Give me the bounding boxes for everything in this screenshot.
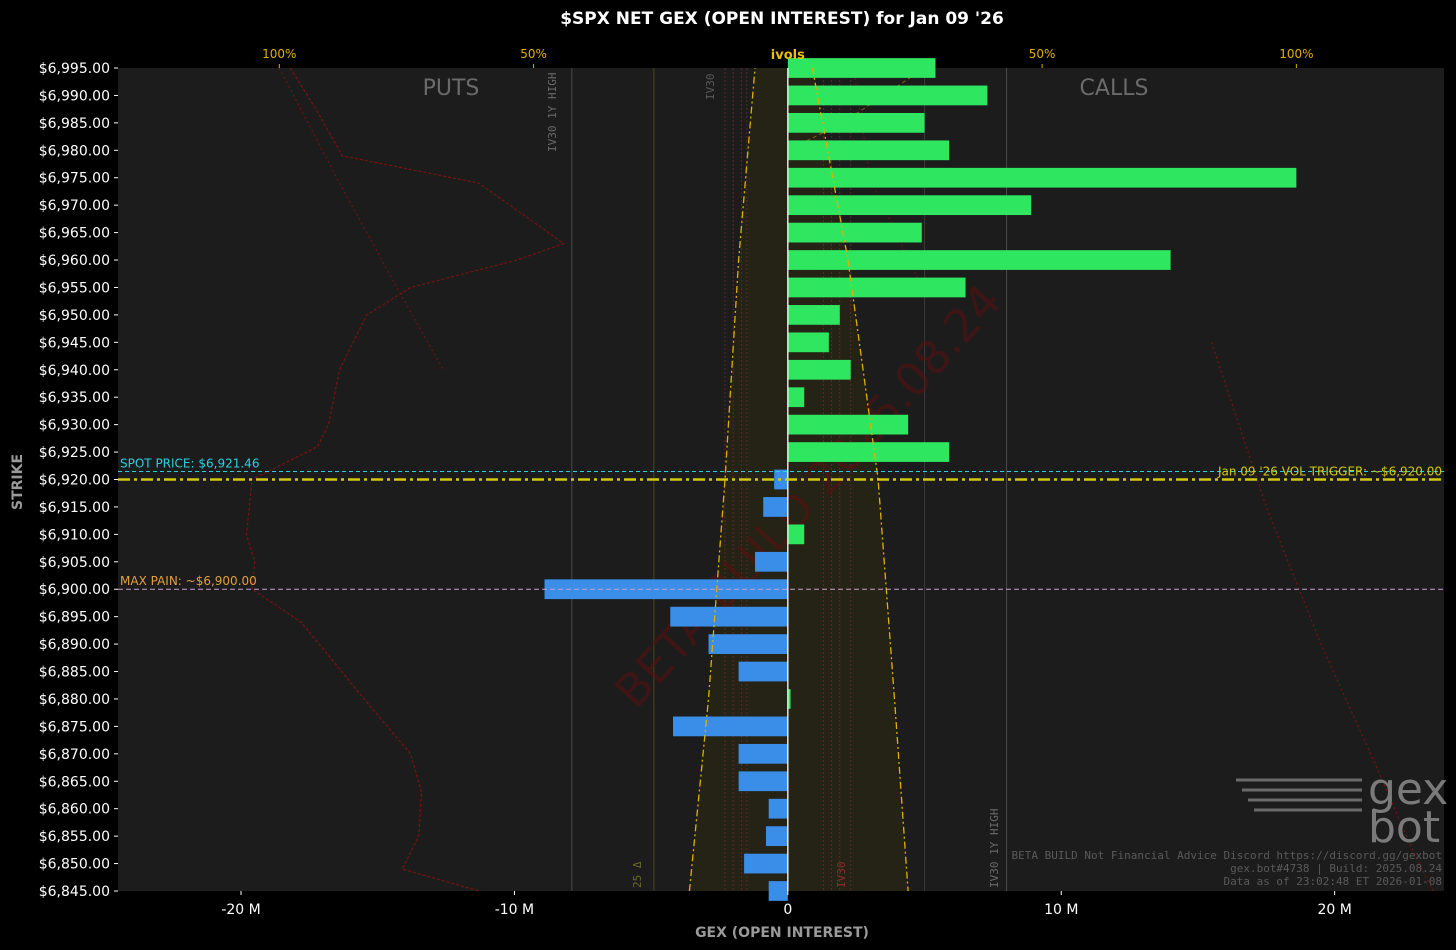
y-tick-label-6895: $6,895.00 [39, 610, 110, 626]
footer-line-1: gex.bot#4738 | Build: 2025.08.24 [1230, 862, 1442, 875]
y-tick-label-6920: $6,920.00 [39, 473, 110, 489]
vol-trigger-label: Jan 09 '26 VOL TRIGGER: ~$6,920.00 [1217, 465, 1442, 479]
y-tick-label-6930: $6,930.00 [39, 418, 110, 434]
gex-chart: $SPX NET GEX (OPEN INTEREST) for Jan 09 … [10, 9, 1448, 941]
gex-bar-6925 [787, 442, 950, 462]
gex-bar-6930 [787, 414, 909, 435]
spot-price-label: SPOT PRICE: $6,921.46 [120, 456, 259, 470]
iv30-call-label: IV30 1Y HIGH [988, 809, 1001, 888]
x-axis-title: GEX (OPEN INTEREST) [695, 925, 869, 941]
y-tick-label-6865: $6,865.00 [39, 774, 110, 790]
gex-bar-6860 [768, 798, 788, 819]
gex-bar-6855 [765, 826, 788, 847]
x-tick-label-0: -20 M [221, 902, 260, 918]
gex-bar-6890 [708, 634, 788, 654]
gex-bar-6985 [787, 112, 925, 133]
gex-bar-6980 [787, 140, 950, 161]
top-tick-label-1: 50% [520, 47, 547, 61]
y-tick-label-6985: $6,985.00 [39, 116, 110, 132]
gex-bar-6845 [768, 881, 788, 901]
gex-bar-6885 [738, 661, 788, 682]
y-tick-label-6975: $6,975.00 [39, 171, 110, 187]
y-tick-label-6860: $6,860.00 [39, 802, 110, 818]
iv30-bottom-label: IV30 [835, 862, 848, 889]
delta-label: 25 Δ [631, 861, 644, 888]
calls-label: CALLS [1080, 76, 1149, 101]
y-axis-title: STRIKE [10, 454, 26, 510]
y-tick-label-6870: $6,870.00 [39, 747, 110, 763]
y-tick-label-6945: $6,945.00 [39, 335, 110, 351]
top-tick-label-3: 100% [1279, 47, 1313, 61]
gex-bar-6850 [744, 853, 788, 874]
y-tick-label-6850: $6,850.00 [39, 857, 110, 873]
top-tick-label-2: 50% [1029, 47, 1056, 61]
y-tick-label-6855: $6,855.00 [39, 829, 110, 845]
y-tick-label-6880: $6,880.00 [39, 692, 110, 708]
gex-bar-6950 [787, 305, 840, 325]
footer-line-2: Data as of 23:02:48 ET 2026-01-08 [1223, 875, 1442, 888]
y-tick-label-6925: $6,925.00 [39, 445, 110, 461]
y-tick-label-6990: $6,990.00 [39, 88, 110, 104]
gex-bar-6870 [738, 743, 788, 764]
max-pain-label: MAX PAIN: ~$6,900.00 [120, 574, 257, 588]
gex-bar-6995 [787, 58, 936, 78]
y-tick-label-6965: $6,965.00 [39, 226, 110, 242]
iv30-put-label: IV30 1Y HIGH [546, 73, 559, 152]
y-tick-label-6875: $6,875.00 [39, 719, 110, 735]
gex-bar-6970 [787, 195, 1032, 216]
y-tick-label-6960: $6,960.00 [39, 253, 110, 269]
y-tick-label-6905: $6,905.00 [39, 555, 110, 571]
gex-bar-6945 [787, 332, 829, 353]
y-tick-label-6890: $6,890.00 [39, 637, 110, 653]
iv30-top-label: IV30 [704, 74, 717, 101]
y-tick-label-6940: $6,940.00 [39, 363, 110, 379]
y-tick-label-6995: $6,995.00 [39, 61, 110, 77]
y-tick-label-6935: $6,935.00 [39, 390, 110, 406]
puts-label: PUTS [423, 76, 480, 101]
gex-bar-6990 [787, 85, 988, 106]
chart-title: $SPX NET GEX (OPEN INTEREST) for Jan 09 … [560, 9, 1004, 29]
gex-bar-6955 [787, 277, 966, 298]
x-tick-label-4: 20 M [1317, 902, 1351, 918]
gex-bar-6915 [763, 497, 788, 517]
y-tick-label-6845: $6,845.00 [39, 884, 110, 900]
gex-bar-6875 [673, 716, 788, 737]
logo-word-bottom: bot [1368, 802, 1440, 853]
gex-bar-6960 [787, 250, 1171, 270]
gex-bar-6935 [787, 387, 805, 408]
top-tick-label-0: 100% [262, 47, 296, 61]
y-tick-label-6955: $6,955.00 [39, 280, 110, 296]
gex-bar-6940 [787, 359, 851, 380]
gex-bar-6975 [787, 167, 1297, 188]
gex-bar-6965 [787, 222, 922, 243]
y-tick-label-6980: $6,980.00 [39, 143, 110, 159]
gex-bar-6905 [755, 551, 788, 572]
y-tick-label-6915: $6,915.00 [39, 500, 110, 516]
y-tick-label-6885: $6,885.00 [39, 665, 110, 681]
top-axis-label: ivols [771, 48, 805, 63]
y-tick-label-6950: $6,950.00 [39, 308, 110, 324]
gex-bar-6865 [738, 771, 788, 792]
footer-line-0: BETA BUILD Not Financial Advice Discord … [1012, 849, 1442, 862]
y-tick-label-6910: $6,910.00 [39, 527, 110, 543]
x-tick-label-2: 0 [783, 902, 792, 918]
gex-bar-6895 [670, 606, 788, 627]
x-tick-label-3: 10 M [1044, 902, 1078, 918]
x-tick-label-1: -10 M [495, 902, 534, 918]
y-tick-label-6900: $6,900.00 [39, 582, 110, 598]
gex-bar-6910 [787, 524, 805, 545]
y-tick-label-6970: $6,970.00 [39, 198, 110, 214]
